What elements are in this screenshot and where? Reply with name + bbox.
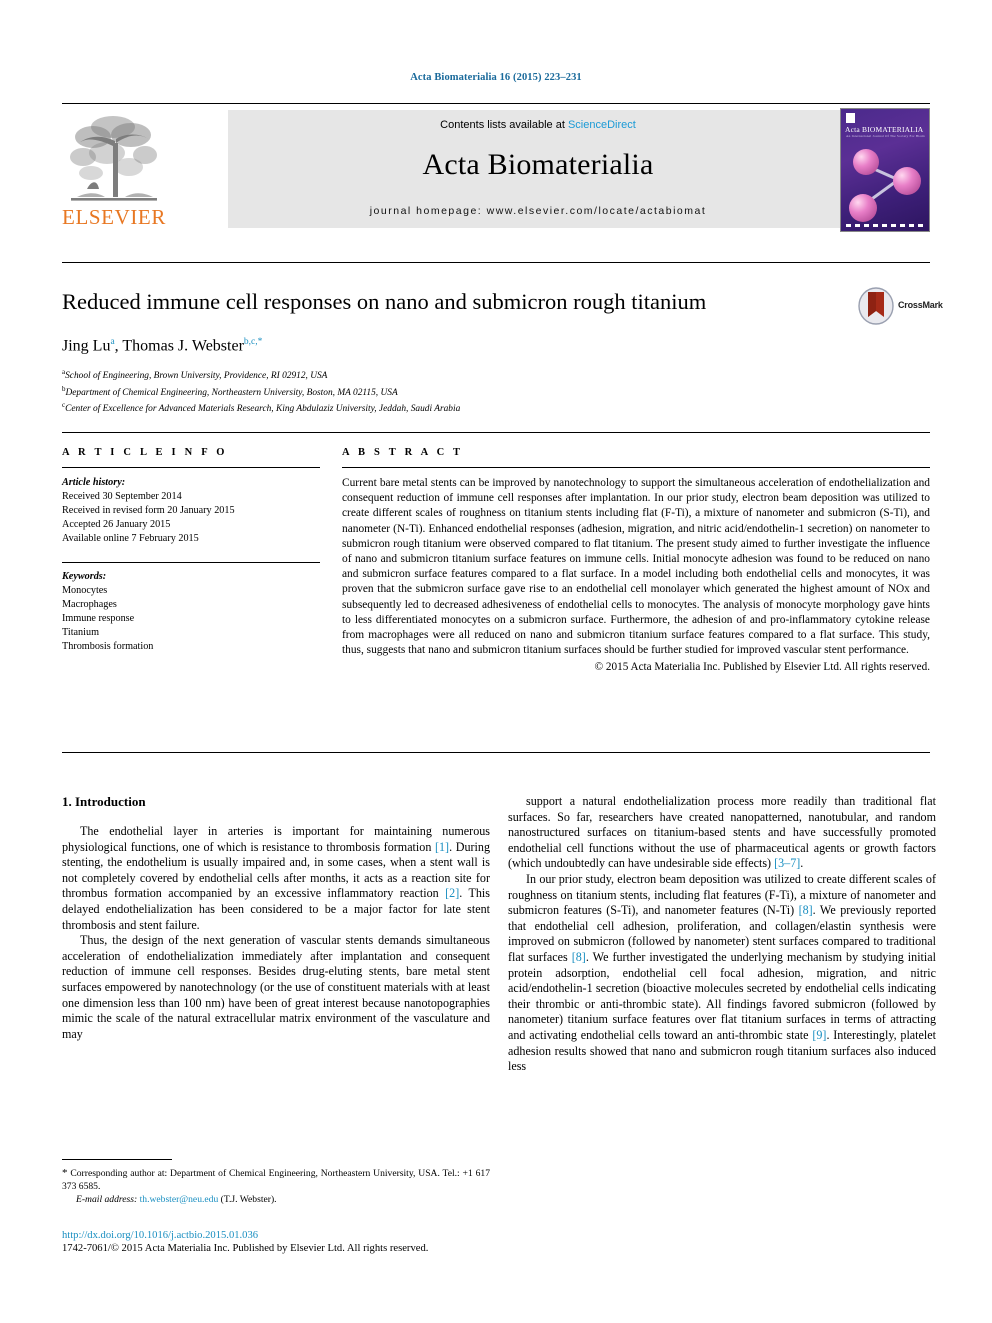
keywords-rule: [62, 562, 320, 563]
masthead-center-panel: Contents lists available at ScienceDirec…: [228, 110, 848, 228]
affiliation-text: Department of Chemical Engineering, Nort…: [65, 387, 398, 398]
affiliation-item: bDepartment of Chemical Engineering, Nor…: [62, 383, 762, 400]
affiliations: aSchool of Engineering, Brown University…: [62, 366, 762, 416]
keywords-block: Keywords: Monocytes Macrophages Immune r…: [62, 562, 320, 654]
elsevier-tree-icon: [70, 116, 157, 201]
intro-paragraph-2: Thus, the design of the next generation …: [62, 933, 490, 1041]
abstract-rule: [342, 467, 930, 468]
page-footer: http://dx.doi.org/10.1016/j.actbio.2015.…: [62, 1229, 582, 1256]
author-name-2: , Thomas J. Webster: [114, 337, 244, 355]
abstract-column: A B S T R A C T Current bare metal stent…: [342, 447, 930, 676]
email-owner: (T.J. Webster).: [220, 1194, 277, 1205]
crossmark-label: CrossMark: [898, 300, 943, 310]
author-affil-marker: b,c,: [243, 337, 258, 347]
cover-bottom-bar: [846, 224, 924, 227]
article-info-rule: [62, 467, 320, 468]
sciencedirect-link[interactable]: ScienceDirect: [568, 119, 636, 131]
article-history-title: Article history:: [62, 477, 126, 488]
info-section-bottom-rule: [62, 752, 930, 753]
cover-molecule-sphere: [849, 194, 877, 222]
cover-title: Acta BIOMATERIALIA: [845, 125, 924, 134]
crossmark-badge[interactable]: CrossMark: [858, 287, 958, 329]
author-list: Jing Lua, Thomas J. Websterb,c,*: [62, 337, 262, 355]
corresponding-author-footnote: * Corresponding author at: Department of…: [62, 1159, 490, 1206]
cover-logo-square: [846, 113, 855, 123]
journal-masthead: ELSEVIER Contents lists available at Sci…: [62, 103, 930, 236]
journal-homepage[interactable]: journal homepage: www.elsevier.com/locat…: [228, 205, 848, 217]
intro-paragraph-3: support a natural endothelialization pro…: [508, 794, 936, 871]
cover-molecule-sphere: [893, 167, 921, 195]
title-top-rule: [62, 262, 930, 263]
footnote-star-marker: *: [62, 1167, 68, 1179]
cover-subtitle: An International Journal Of The Society …: [846, 134, 925, 138]
history-received: Received 30 September 2014: [62, 491, 182, 502]
affiliation-text: School of Engineering, Brown University,…: [65, 371, 328, 382]
keyword-item: Monocytes: [62, 585, 108, 596]
abstract-body: Current bare metal stents can be improve…: [342, 476, 930, 676]
doi-link[interactable]: http://dx.doi.org/10.1016/j.actbio.2015.…: [62, 1229, 582, 1242]
history-accepted: Accepted 26 January 2015: [62, 519, 171, 530]
keyword-item: Macrophages: [62, 599, 117, 610]
crossmark-icon: [858, 287, 894, 325]
citation-ref[interactable]: [2]: [445, 886, 459, 900]
contents-prefix: Contents lists available at: [440, 119, 568, 131]
keyword-item: Titanium: [62, 627, 99, 638]
journal-title: Acta Biomaterialia: [422, 148, 654, 181]
corresponding-author-marker: *: [257, 337, 263, 347]
paper-page: Acta Biomaterialia 16 (2015) 223–231 ELS…: [0, 0, 992, 1323]
page-title: Reduced immune cell responses on nano an…: [62, 289, 707, 314]
history-available-online: Available online 7 February 2015: [62, 533, 199, 544]
footnote-corresponding-text: Corresponding author at: Department of C…: [62, 1168, 490, 1192]
article-info-column: A R T I C L E I N F O Article history: R…: [62, 447, 320, 654]
footnote-email-line: E-mail address: th.webster@neu.edu (T.J.…: [62, 1193, 490, 1206]
body-column-right: support a natural endothelialization pro…: [508, 794, 936, 1075]
body-column-left: 1. Introduction The endothelial layer in…: [62, 794, 490, 1042]
abstract-text: Current bare metal stents can be improve…: [342, 477, 930, 657]
cover-molecule-sphere: [853, 149, 879, 175]
issn-copyright-line: 1742-7061/© 2015 Acta Materialia Inc. Pu…: [62, 1243, 429, 1254]
elsevier-wordmark: ELSEVIER: [62, 205, 166, 229]
section-heading-introduction: 1. Introduction: [62, 794, 146, 809]
citation-ref[interactable]: [3–7]: [774, 856, 800, 870]
intro-paragraph-4: In our prior study, electron beam deposi…: [508, 871, 937, 1074]
affiliation-text: Center of Excellence for Advanced Materi…: [65, 404, 461, 415]
contents-available-line: Contents lists available at ScienceDirec…: [228, 119, 848, 131]
keyword-item: Immune response: [62, 613, 135, 624]
abstract-heading: A B S T R A C T: [342, 447, 464, 458]
citation-ref[interactable]: [8]: [572, 950, 586, 964]
keyword-item: Thrombosis formation: [62, 641, 154, 652]
elsevier-logo: ELSEVIER: [62, 109, 166, 235]
abstract-copyright: © 2015 Acta Materialia Inc. Published by…: [594, 661, 930, 674]
running-head: Acta Biomaterialia 16 (2015) 223–231: [410, 72, 582, 83]
email-link[interactable]: th.webster@neu.edu: [140, 1194, 219, 1205]
affiliation-item: aSchool of Engineering, Brown University…: [62, 366, 762, 383]
email-label: E-mail address:: [76, 1194, 138, 1205]
info-section-top-rule: [62, 432, 930, 433]
article-info-heading: A R T I C L E I N F O: [62, 447, 228, 458]
footnote-corresponding: * Corresponding author at: Department of…: [62, 1167, 490, 1193]
history-revised: Received in revised form 20 January 2015: [62, 505, 235, 516]
citation-ref[interactable]: [8]: [799, 903, 813, 917]
intro-paragraph-1: The endothelial layer in arteries is imp…: [62, 824, 490, 932]
masthead-top-rule: [62, 103, 930, 104]
footnote-rule: [62, 1159, 172, 1160]
citation-ref[interactable]: [1]: [435, 840, 449, 854]
affiliation-item: cCenter of Excellence for Advanced Mater…: [62, 399, 762, 416]
journal-cover-thumbnail: Acta BIOMATERIALIA An International Jour…: [840, 108, 930, 232]
keywords-title: Keywords:: [62, 571, 107, 582]
citation-ref[interactable]: [9]: [812, 1028, 826, 1042]
author-name-1: Jing Lu: [62, 337, 111, 355]
